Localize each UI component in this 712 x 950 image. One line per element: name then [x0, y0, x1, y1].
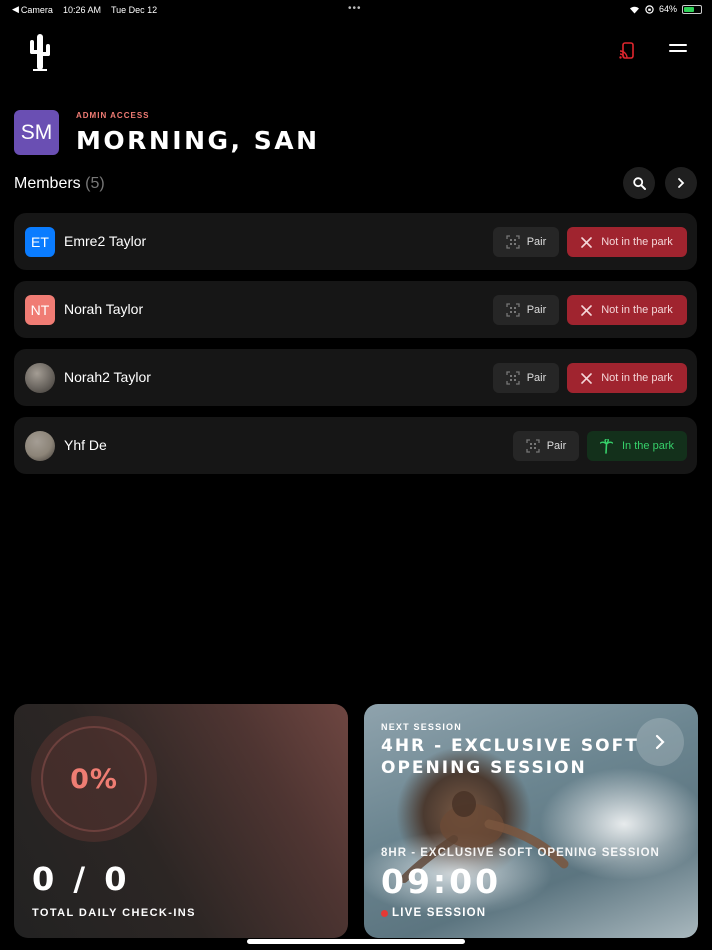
member-row[interactable]: Norah2 Taylor Pair Not in the park: [14, 349, 697, 406]
battery-icon: [682, 4, 702, 14]
status-label: In the park: [622, 440, 674, 452]
battery-percent: 64%: [658, 4, 677, 14]
back-to-camera-link[interactable]: ◀ Camera: [12, 4, 53, 15]
search-icon: [632, 176, 646, 190]
session-card[interactable]: NEXT SESSION 4HR - EXCLUSIVE SOFT OPENIN…: [364, 704, 698, 938]
close-icon: [581, 236, 593, 248]
status-label: Not in the park: [601, 372, 673, 384]
checkins-percent: 0%: [70, 763, 118, 795]
current-session-title: 8HR - EXCLUSIVE SOFT OPENING SESSION: [381, 847, 660, 859]
in-park-status-button[interactable]: In the park: [587, 431, 687, 461]
live-session-label: LIVE SESSION: [392, 907, 487, 919]
current-session-time: 09:00: [381, 862, 502, 901]
not-in-park-status-button[interactable]: Not in the park: [567, 295, 687, 325]
close-icon: [581, 372, 593, 384]
live-dot-icon: [381, 909, 388, 917]
cactus-logo-icon: [30, 34, 50, 71]
status-time: 10:26 AM: [62, 4, 101, 15]
member-row[interactable]: ET Emre2 Taylor Pair Not in the park: [14, 213, 697, 270]
pair-button[interactable]: Pair: [513, 431, 579, 461]
member-name: Yhf De: [64, 437, 107, 453]
qr-scan-icon: [506, 371, 520, 385]
pair-label: Pair: [526, 236, 547, 248]
live-session-indicator: LIVE SESSION: [381, 907, 486, 919]
checkins-label: TOTAL DAILY CHECK-INS: [32, 907, 196, 919]
menu-icon[interactable]: [669, 44, 687, 56]
greeting-title: MORNING, SAN: [76, 126, 320, 155]
pair-label: Pair: [526, 372, 547, 384]
qr-scan-icon: [526, 439, 540, 453]
qr-scan-icon: [506, 235, 520, 249]
pair-button[interactable]: Pair: [493, 295, 559, 325]
members-title: Members: [14, 175, 81, 192]
back-triangle-icon: ◀: [12, 4, 19, 14]
daily-checkins-card: 0% 0 / 0 TOTAL DAILY CHECK-INS: [14, 704, 348, 938]
member-avatar: NT: [25, 295, 55, 325]
member-row[interactable]: Yhf De Pair In the park: [14, 417, 697, 474]
status-label: Not in the park: [601, 304, 673, 316]
members-next-button[interactable]: [665, 167, 697, 199]
not-in-park-status-button[interactable]: Not in the park: [567, 363, 687, 393]
member-row[interactable]: NT Norah Taylor Pair Not in the park: [14, 281, 697, 338]
members-heading: Members (5): [14, 175, 105, 193]
pair-label: Pair: [526, 304, 547, 316]
member-avatar: [25, 431, 55, 461]
member-name: Norah2 Taylor: [64, 369, 151, 385]
search-button[interactable]: [623, 167, 655, 199]
next-session-label: NEXT SESSION: [381, 722, 462, 732]
not-in-park-status-button[interactable]: Not in the park: [567, 227, 687, 257]
member-avatar: ET: [25, 227, 55, 257]
member-avatar: [25, 363, 55, 393]
home-indicator[interactable]: [247, 939, 465, 944]
user-avatar[interactable]: SM: [14, 110, 59, 155]
status-bar: ◀ Camera 10:26 AM Tue Dec 12 ••• 64%: [0, 0, 712, 18]
status-label: Not in the park: [601, 236, 673, 248]
member-name: Emre2 Taylor: [64, 233, 147, 249]
next-session-title: 4HR - EXCLUSIVE SOFT OPENING SESSION: [381, 736, 639, 778]
qr-scan-icon: [506, 303, 520, 317]
orientation-lock-icon: [645, 4, 654, 14]
wifi-icon: [629, 6, 639, 13]
admin-access-label: ADMIN ACCESS: [76, 111, 150, 120]
checkins-progress-ring: 0%: [31, 716, 157, 842]
checkins-count: 0 / 0: [32, 860, 131, 898]
palm-tree-icon: [600, 438, 613, 454]
pair-button[interactable]: Pair: [493, 363, 559, 393]
multitasking-dots-icon[interactable]: •••: [348, 3, 362, 14]
cast-device-icon[interactable]: [619, 42, 635, 60]
pair-button[interactable]: Pair: [493, 227, 559, 257]
close-icon: [581, 304, 593, 316]
member-name: Norah Taylor: [64, 301, 144, 317]
pair-label: Pair: [546, 440, 567, 452]
status-date: Tue Dec 12: [110, 4, 158, 15]
chevron-right-icon: [678, 178, 685, 188]
members-count: (5): [85, 175, 105, 192]
next-session-button[interactable]: [636, 718, 684, 766]
back-app-label: Camera: [20, 4, 53, 15]
chevron-right-icon: [655, 734, 665, 750]
